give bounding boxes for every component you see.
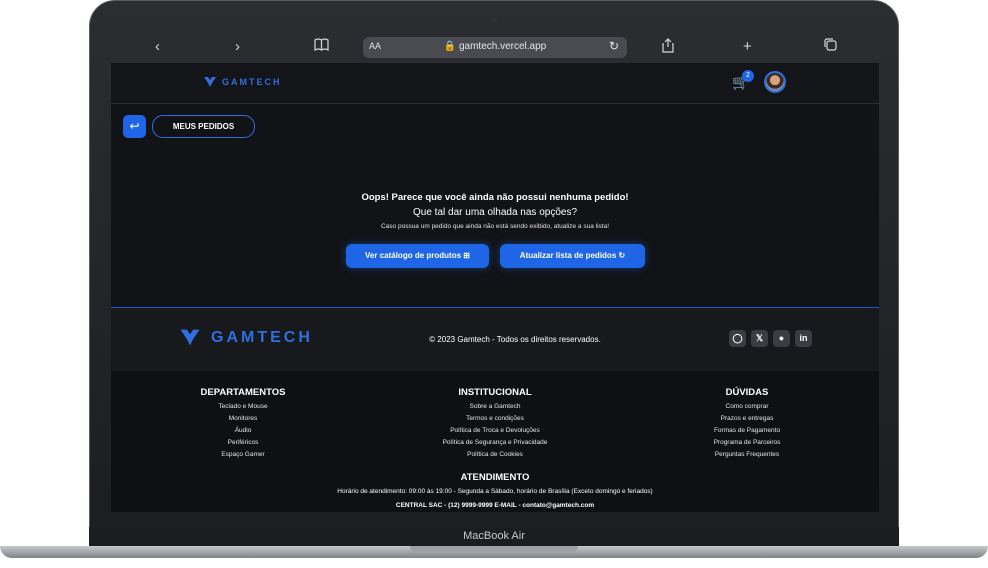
footer-link[interactable]: Política de Segurança e Privacidade xyxy=(415,437,575,449)
footer-link[interactable]: Periféricos xyxy=(183,437,303,449)
footer-link[interactable]: Programa de Parceiros xyxy=(687,437,807,449)
footer-links: DEPARTAMENTOS Teclado e Mouse Monitores … xyxy=(111,371,879,512)
refresh-orders-button[interactable]: Atualizar lista de pedidos ↻ xyxy=(500,244,645,268)
url-text: gamtech.vercel.app xyxy=(458,41,547,52)
footer-link[interactable]: Espaço Gamer xyxy=(183,449,303,461)
site-navbar: GAMTECH 🛒 2 xyxy=(111,63,879,104)
screen: ‹ › AA 🔒 gamtech.vercel.app ↻ + GAMTECH … xyxy=(111,32,879,512)
footer-link[interactable]: Política de Cookies xyxy=(415,449,575,461)
empty-state-subtitle: Que tal dar uma olhada nas opções? xyxy=(413,207,577,218)
browser-toolbar: ‹ › AA 🔒 gamtech.vercel.app ↻ + xyxy=(111,32,879,63)
grid-icon: ⊞ xyxy=(463,251,470,260)
share-icon[interactable] xyxy=(662,38,674,58)
forward-icon[interactable]: › xyxy=(235,38,240,56)
column-title: DÚVIDAS xyxy=(725,387,769,398)
address-bar[interactable]: AA 🔒 gamtech.vercel.app ↻ xyxy=(363,37,627,58)
view-catalog-label: Ver catálogo de produtos xyxy=(365,251,462,260)
refresh-orders-label: Atualizar lista de pedidos xyxy=(519,251,617,260)
footer-top: GAMTECH © 2023 Gamtech - Todos os direit… xyxy=(111,308,879,371)
cart-count-badge: 2 xyxy=(742,70,754,82)
footer-link[interactable]: Política de Troca e Devoluções xyxy=(415,425,575,437)
atendimento-hours: Horário de atendimento: 09:00 às 19:00 -… xyxy=(337,488,653,495)
new-tab-icon[interactable]: + xyxy=(743,38,752,56)
laptop-notch xyxy=(410,546,578,553)
refresh-icon: ↻ xyxy=(618,251,626,260)
camera xyxy=(491,17,497,23)
footer-link[interactable]: Monitores xyxy=(183,413,303,425)
x-icon[interactable]: 𝕏 xyxy=(751,330,768,347)
device-label: MacBook Air xyxy=(463,530,525,542)
footer-link[interactable]: Formas de Pagamento xyxy=(687,425,807,437)
column-title: INSTITUCIONAL xyxy=(458,387,532,398)
reload-icon[interactable]: ↻ xyxy=(609,39,619,53)
orders-section: ↩ MEUS PEDIDOS Oops! Parece que você ain… xyxy=(111,104,879,308)
footer-link[interactable]: Prazos e entregas xyxy=(687,413,807,425)
instagram-icon[interactable]: ◯ xyxy=(729,330,746,347)
atendimento-title: ATENDIMENTO xyxy=(460,472,530,483)
github-icon[interactable]: ● xyxy=(773,330,790,347)
back-button[interactable]: ↩ xyxy=(123,115,146,138)
footer-link[interactable]: Áudio xyxy=(183,425,303,437)
footer-link[interactable]: Termos e condições xyxy=(415,413,575,425)
duvidas-column: DÚVIDAS Como comprar Prazos e entregas F… xyxy=(687,387,807,461)
logo-icon xyxy=(204,77,216,87)
logo-text: GAMTECH xyxy=(222,77,282,87)
site-logo[interactable]: GAMTECH xyxy=(203,76,282,88)
institucional-column: INSTITUCIONAL Sobre a Gamtech Termos e c… xyxy=(415,387,575,461)
page-title: MEUS PEDIDOS xyxy=(152,115,255,138)
bookmarks-icon[interactable] xyxy=(314,38,329,56)
footer-link[interactable]: Teclado e Mouse xyxy=(183,401,303,413)
view-catalog-button[interactable]: Ver catálogo de produtos ⊞ xyxy=(346,244,489,268)
back-icon[interactable]: ‹ xyxy=(155,38,160,56)
avatar[interactable] xyxy=(764,71,786,93)
atendimento-contact: CENTRAL SAC - (12) 9999-9999 E-MAIL - co… xyxy=(395,502,595,509)
footer-link[interactable]: Como comprar xyxy=(687,401,807,413)
linkedin-icon[interactable]: in xyxy=(795,330,812,347)
empty-state-title: Oops! Parece que você ainda não possui n… xyxy=(361,192,629,203)
tabs-icon[interactable] xyxy=(824,38,837,56)
column-title: DEPARTAMENTOS xyxy=(200,387,286,398)
footer-link[interactable]: Perguntas Frequentes xyxy=(687,449,807,461)
lock-icon: 🔒 xyxy=(443,41,457,52)
footer-link[interactable]: Sobre a Gamtech xyxy=(415,401,575,413)
empty-state-hint: Caso possua um pedido que ainda não está… xyxy=(380,223,610,230)
departamentos-column: DEPARTAMENTOS Teclado e Mouse Monitores … xyxy=(183,387,303,461)
